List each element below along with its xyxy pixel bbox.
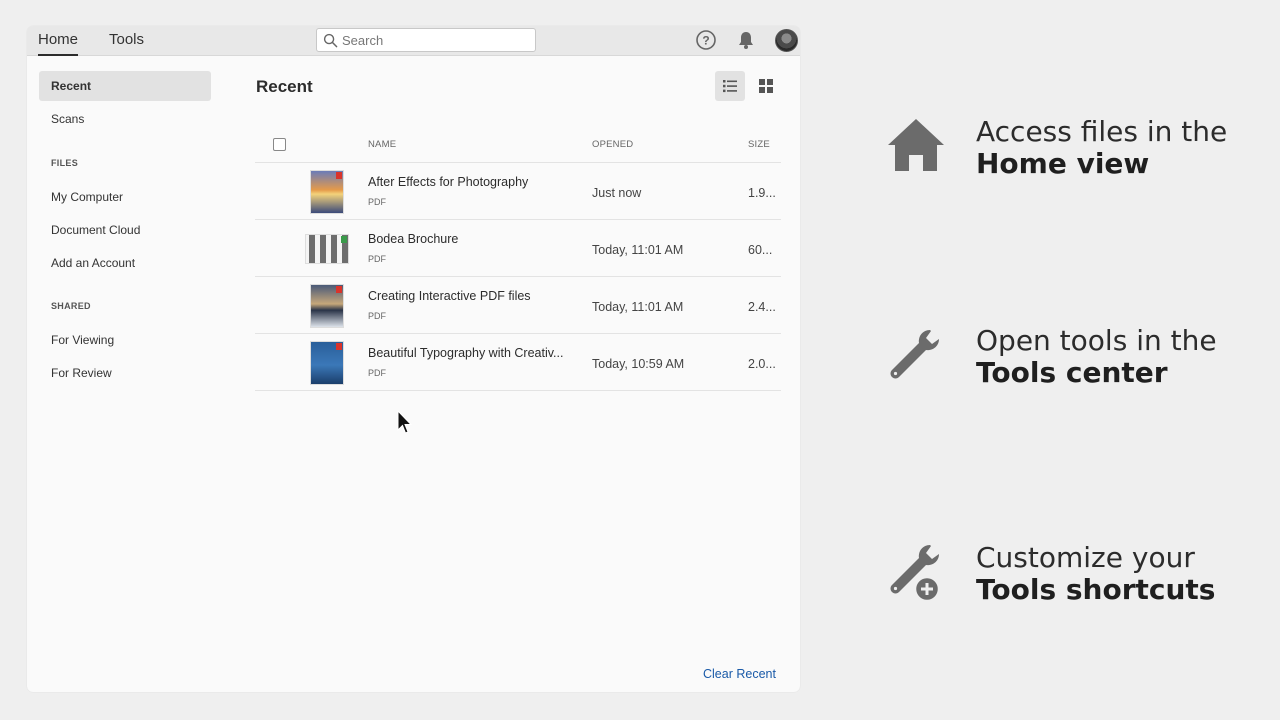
file-row[interactable]: Beautiful Typography with Creativ... PDF… — [255, 334, 781, 391]
file-opened: Today, 11:01 AM — [592, 300, 684, 314]
wrench-plus-icon — [890, 545, 941, 601]
wrench-icon — [890, 330, 939, 379]
file-opened: Just now — [592, 186, 642, 200]
file-size: 1.9... — [748, 186, 776, 200]
feature-line1: Access files in the — [976, 115, 1228, 148]
search-input[interactable] — [342, 31, 530, 49]
file-name: Bodea Brochure — [368, 232, 459, 246]
sidebar-item-add-account[interactable]: Add an Account — [39, 248, 211, 278]
file-size: 60... — [748, 243, 773, 257]
feature-line1: Customize your — [976, 541, 1195, 574]
feature-line1: Open tools in the — [976, 324, 1217, 357]
list-view-button[interactable] — [715, 71, 745, 101]
top-bar: Home Tools ? — [27, 26, 800, 56]
sidebar-section-shared: SHARED — [51, 301, 91, 311]
file-row[interactable]: After Effects for Photography PDF Just n… — [255, 163, 781, 220]
svg-text:?: ? — [702, 34, 709, 48]
select-all-checkbox[interactable] — [273, 138, 286, 151]
file-type: PDF — [368, 311, 386, 321]
page-title: Recent — [256, 77, 313, 96]
sidebar-item-for-review[interactable]: For Review — [39, 358, 211, 388]
tab-home[interactable]: Home — [38, 26, 79, 56]
column-header-name[interactable]: NAME — [368, 139, 396, 150]
file-thumbnail — [310, 341, 344, 385]
file-thumbnail — [310, 284, 344, 328]
sidebar-item-document-cloud[interactable]: Document Cloud — [39, 215, 211, 245]
file-row[interactable]: Creating Interactive PDF files PDF Today… — [255, 277, 781, 334]
grid-view-button[interactable] — [751, 71, 781, 101]
file-name: Creating Interactive PDF files — [368, 289, 531, 303]
file-thumbnail — [310, 170, 344, 214]
acrobat-window: Home Tools ? Recent Scans FILES My Compu… — [27, 26, 800, 692]
file-opened: Today, 11:01 AM — [592, 243, 684, 257]
sidebar-item-recent[interactable]: Recent — [39, 71, 211, 101]
sidebar-item-scans[interactable]: Scans — [39, 104, 211, 134]
feature-home-view: Access files in the Home view — [886, 115, 1266, 195]
file-size: 2.4... — [748, 300, 776, 314]
avatar[interactable] — [775, 29, 798, 52]
sidebar-item-for-viewing[interactable]: For Viewing — [39, 325, 211, 355]
feature-tools-shortcuts: Customize your Tools shortcuts — [886, 541, 1266, 621]
feature-line2: Home view — [976, 147, 1150, 180]
column-header-size[interactable]: SIZE — [748, 139, 770, 150]
feature-line2: Tools center — [976, 356, 1168, 389]
grid-view-icon — [759, 79, 773, 93]
sidebar-item-my-computer[interactable]: My Computer — [39, 182, 211, 212]
clear-recent-link[interactable]: Clear Recent — [703, 667, 776, 681]
search-icon — [323, 33, 338, 48]
search-box[interactable] — [316, 28, 536, 52]
file-type: PDF — [368, 368, 386, 378]
file-name: After Effects for Photography — [368, 175, 529, 189]
file-name: Beautiful Typography with Creativ... — [368, 346, 564, 360]
file-thumbnail — [305, 234, 349, 264]
file-opened: Today, 10:59 AM — [592, 357, 685, 371]
home-icon — [888, 119, 944, 171]
file-size: 2.0... — [748, 357, 776, 371]
file-type: PDF — [368, 197, 386, 207]
feature-tools-center: Open tools in the Tools center — [886, 324, 1266, 404]
feature-line2: Tools shortcuts — [976, 573, 1216, 606]
bell-icon[interactable] — [735, 29, 757, 51]
mouse-cursor-icon — [397, 410, 413, 434]
sidebar-section-files: FILES — [51, 158, 79, 168]
file-type: PDF — [368, 254, 386, 264]
help-icon[interactable]: ? — [695, 29, 717, 51]
tab-tools[interactable]: Tools — [109, 26, 144, 56]
file-row[interactable]: Bodea Brochure PDF Today, 11:01 AM 60... — [255, 220, 781, 277]
column-header-opened[interactable]: OPENED — [592, 139, 633, 150]
list-view-icon — [723, 80, 737, 93]
